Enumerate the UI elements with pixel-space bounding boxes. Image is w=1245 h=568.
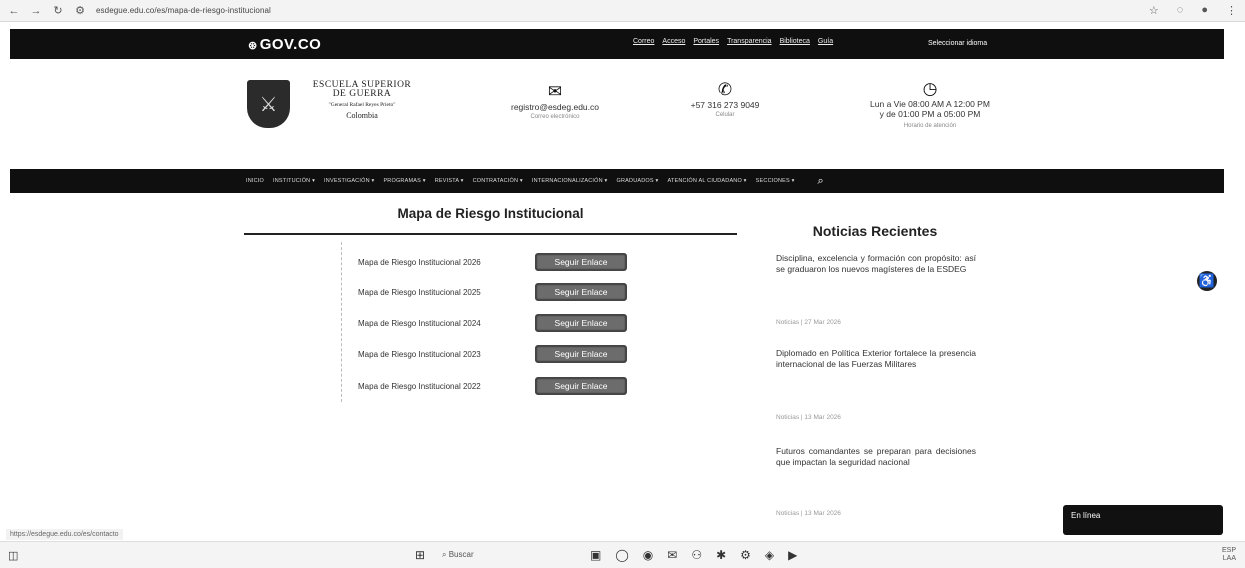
- govbar-link-portales[interactable]: Portales: [693, 38, 719, 45]
- site-info-icon[interactable]: ⚙: [74, 4, 86, 17]
- risk-map-list: Mapa de Riesgo Institucional 2026 Seguir…: [341, 242, 641, 402]
- school-name: ESCUELA SUPERIOR DE GUERRA "General Rafa…: [297, 80, 427, 120]
- contact-phone: ✆ +57 316 273 9049 Celular: [655, 80, 795, 118]
- govco-logo[interactable]: ⊛ GOV.CO: [248, 36, 321, 53]
- email-text[interactable]: registro@esdeg.edu.co: [480, 102, 630, 112]
- risk-map-label: Mapa de Riesgo Institucional 2025: [358, 287, 481, 297]
- govco-bar: ⊛ GOV.CO Correo Acceso Portales Transpare…: [10, 29, 1224, 59]
- nav-item-inicio[interactable]: INICIO: [246, 178, 264, 184]
- govco-links: Correo Acceso Portales Transparencia Bib…: [633, 38, 833, 45]
- list-item: Mapa de Riesgo Institucional 2022 Seguir…: [358, 376, 638, 396]
- school-crest-logo[interactable]: ⚔: [247, 80, 290, 128]
- menu-icon[interactable]: ⋮: [1226, 4, 1237, 17]
- govco-symbol-icon: ⊛: [248, 39, 258, 52]
- govbar-link-guia[interactable]: Guía: [818, 38, 833, 45]
- taskbar: ◫ ⊞ ⌕ Buscar ▣ ◯ ◉ ✉ ⚇ ✱ ⚙ ◈ ▶ ESP LAA: [0, 541, 1245, 568]
- envelope-icon: ✉: [547, 82, 563, 101]
- nav-item-graduados[interactable]: GRADUADOS ▾: [617, 178, 659, 184]
- extensions-icon[interactable]: ◌: [1177, 4, 1184, 17]
- follow-link-button[interactable]: Seguir Enlace: [535, 314, 627, 332]
- system-tray[interactable]: ESP LAA: [1148, 547, 1236, 563]
- govbar-link-acceso[interactable]: Acceso: [662, 38, 685, 45]
- phone-sub: Celular: [715, 112, 735, 118]
- nav-item-atencion-ciudadano[interactable]: ATENCIÓN AL CIUDADANO ▾: [667, 178, 746, 184]
- taskbar-apps: ▣ ◯ ◉ ✉ ⚇ ✱ ⚙ ◈ ▶: [590, 548, 797, 562]
- news-title: Noticias Recientes: [812, 223, 938, 239]
- profile-icon[interactable]: ●: [1201, 4, 1208, 17]
- school-name-line2: DE GUERRA: [332, 89, 392, 99]
- media-icon[interactable]: ▶: [788, 548, 797, 562]
- nav-item-revista[interactable]: REVISTA ▾: [435, 178, 464, 184]
- list-item: Mapa de Riesgo Institucional 2024 Seguir…: [358, 313, 638, 333]
- news-item-meta: Noticias | 13 Mar 2026: [776, 510, 841, 517]
- bookmark-star-icon[interactable]: ☆: [1149, 4, 1159, 17]
- chrome-icon[interactable]: ◉: [643, 548, 653, 562]
- nav-item-institucion[interactable]: INSTITUCIÓN ▾: [273, 178, 315, 184]
- site-header: ⚔ ESCUELA SUPERIOR DE GUERRA "General Ra…: [10, 62, 1224, 166]
- follow-link-button[interactable]: Seguir Enlace: [535, 283, 627, 301]
- app-icon[interactable]: ✱: [716, 548, 726, 562]
- email-sub: Correo electrónico: [530, 114, 580, 120]
- news-item-title[interactable]: Diplomado en Política Exterior fortalece…: [776, 348, 976, 370]
- follow-link-button[interactable]: Seguir Enlace: [535, 345, 627, 363]
- forward-icon[interactable]: →: [30, 5, 42, 17]
- risk-map-label: Mapa de Riesgo Institucional 2023: [358, 349, 481, 359]
- follow-link-button[interactable]: Seguir Enlace: [535, 253, 627, 271]
- govbar-link-transparencia[interactable]: Transparencia: [727, 38, 772, 45]
- list-item: Mapa de Riesgo Institucional 2023 Seguir…: [358, 344, 638, 364]
- title-divider: [244, 233, 737, 235]
- search-icon[interactable]: ⌕: [818, 175, 824, 188]
- language-selector[interactable]: Seleccionar idioma: [928, 40, 987, 47]
- risk-map-label: Mapa de Riesgo Institucional 2024: [358, 318, 481, 328]
- risk-map-label: Mapa de Riesgo Institucional 2026: [358, 257, 481, 267]
- news-item-meta: Noticias | 13 Mar 2026: [776, 414, 841, 421]
- status-bar-url: https://esdegue.edu.co/es/contacto: [6, 529, 123, 540]
- widgets-icon[interactable]: ◫: [8, 549, 18, 562]
- phone-text[interactable]: +57 316 273 9049: [655, 100, 795, 110]
- browser-toolbar: ← → ↻ ⚙ esdegue.edu.co/es/mapa-de-riesgo…: [0, 0, 1245, 22]
- school-country: Colombia: [346, 111, 378, 120]
- news-item-title[interactable]: Disciplina, excelencia y formación con p…: [776, 253, 976, 275]
- accessibility-icon[interactable]: ♿: [1197, 271, 1217, 291]
- govbar-link-biblioteca[interactable]: Biblioteca: [780, 38, 810, 45]
- teams-icon[interactable]: ⚇: [691, 548, 702, 562]
- nav-item-programas[interactable]: PROGRAMAS ▾: [383, 178, 425, 184]
- follow-link-button[interactable]: Seguir Enlace: [535, 377, 627, 395]
- page-title: Mapa de Riesgo Institucional: [397, 206, 584, 221]
- nav-item-secciones[interactable]: SECCIONES ▾: [756, 178, 795, 184]
- hours-line1: Lun a Vie 08:00 AM A 12:00 PM: [870, 99, 990, 109]
- store-icon[interactable]: ◈: [765, 548, 774, 562]
- nav-item-contratacion[interactable]: CONTRATACIÓN ▾: [473, 178, 523, 184]
- school-subtitle: "General Rafael Reyes Prieto": [328, 102, 396, 108]
- settings-icon[interactable]: ⚙: [740, 548, 751, 562]
- contact-email: ✉ registro@esdeg.edu.co Correo electróni…: [480, 82, 630, 120]
- chat-label: En línea: [1071, 511, 1101, 520]
- chat-app-icon[interactable]: ◯: [615, 548, 628, 562]
- list-item: Mapa de Riesgo Institucional 2025 Seguir…: [358, 282, 638, 302]
- back-icon[interactable]: ←: [8, 5, 20, 17]
- mail-icon[interactable]: ✉: [667, 548, 677, 562]
- taskbar-search[interactable]: ⌕ Buscar: [442, 550, 474, 560]
- news-item-meta: Noticias | 27 Mar 2026: [776, 319, 841, 326]
- reload-icon[interactable]: ↻: [52, 4, 64, 17]
- news-item-title[interactable]: Futuros comandantes se preparan para dec…: [776, 446, 976, 468]
- list-item: Mapa de Riesgo Institucional 2026 Seguir…: [358, 252, 638, 272]
- main-navigation: INICIO INSTITUCIÓN ▾ INVESTIGACIÓN ▾ PRO…: [10, 169, 1224, 193]
- clock-icon: ◷: [922, 79, 938, 98]
- nav-item-investigacion[interactable]: INVESTIGACIÓN ▾: [324, 178, 374, 184]
- hours-line2: y de 01:00 PM a 05:00 PM: [879, 109, 981, 119]
- risk-map-label: Mapa de Riesgo Institucional 2022: [358, 381, 481, 391]
- address-bar[interactable]: esdegue.edu.co/es/mapa-de-riesgo-institu…: [96, 6, 1139, 15]
- file-explorer-icon[interactable]: ▣: [590, 548, 601, 562]
- phone-icon: ✆: [717, 80, 733, 99]
- hours-sub: Horario de atención: [903, 123, 957, 129]
- contact-hours: ◷ Lun a Vie 08:00 AM A 12:00 PM y de 01:…: [830, 79, 1030, 131]
- govbar-link-correo[interactable]: Correo: [633, 38, 654, 45]
- nav-item-internacionalizacion[interactable]: INTERNACIONALIZACIÓN ▾: [532, 178, 608, 184]
- windows-start-icon[interactable]: ⊞: [415, 548, 425, 562]
- chat-widget[interactable]: En línea: [1063, 505, 1223, 535]
